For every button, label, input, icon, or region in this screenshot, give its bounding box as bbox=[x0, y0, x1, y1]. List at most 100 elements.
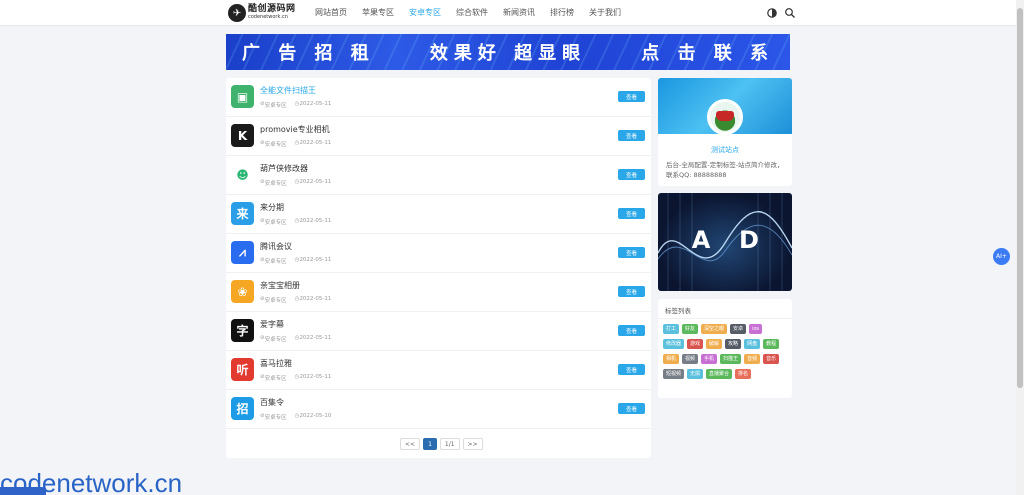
app-list-item: 字爱字幕 ⊘ 安卓专区 ◷ 2022-05-11 查看 bbox=[226, 312, 651, 351]
app-date: 2022-05-11 bbox=[299, 101, 332, 107]
tag-item[interactable]: 游戏 bbox=[687, 339, 704, 349]
app-category[interactable]: 安卓专区 bbox=[265, 374, 287, 382]
app-title[interactable]: 腾讯会议 bbox=[260, 241, 292, 252]
tag-item[interactable]: 音乐 bbox=[763, 354, 780, 364]
nav-android[interactable]: 安卓专区 bbox=[409, 0, 441, 26]
banner-text-mid: 效果好 超显眼 bbox=[429, 43, 587, 64]
search-icon[interactable] bbox=[784, 7, 796, 19]
app-category[interactable]: 安卓专区 bbox=[265, 257, 287, 265]
tag-item[interactable]: 修改器 bbox=[663, 339, 685, 349]
tag-item[interactable]: ios bbox=[749, 324, 763, 334]
scrollbar-thumb[interactable] bbox=[1017, 8, 1023, 388]
tag-item[interactable]: 教程 bbox=[763, 339, 780, 349]
app-meta: ⊘ 安卓专区 ◷ 2022-05-11 bbox=[260, 179, 331, 187]
app-title[interactable]: 喜马拉雅 bbox=[260, 358, 292, 369]
app-meta: ⊘ 安卓专区 ◷ 2022-05-11 bbox=[260, 296, 331, 304]
tag-item[interactable]: 无损 bbox=[687, 369, 704, 379]
banner-text-right: 点 击 联 系 bbox=[641, 43, 774, 64]
baby-album-icon[interactable]: ❀ bbox=[231, 280, 254, 303]
subtitle-icon[interactable]: 字 bbox=[231, 319, 254, 342]
app-meta: ⊘ 安卓专区 ◷ 2022-05-10 bbox=[260, 413, 331, 421]
view-button[interactable]: 查看 bbox=[618, 403, 645, 414]
logo-en: codenetwork.cn bbox=[248, 14, 288, 20]
site-logo[interactable]: ✈ 酷创源码网 codenetwork.cn bbox=[228, 4, 296, 22]
tag-item[interactable]: 扫描王 bbox=[720, 354, 742, 364]
pager-prev[interactable]: << bbox=[400, 438, 421, 450]
scrollbar[interactable] bbox=[1016, 0, 1024, 495]
app-category[interactable]: 安卓专区 bbox=[265, 413, 287, 421]
app-category[interactable]: 安卓专区 bbox=[265, 218, 287, 226]
view-button[interactable]: 查看 bbox=[618, 325, 645, 336]
app-title[interactable]: 亲宝宝相册 bbox=[260, 280, 300, 291]
nav-ranking[interactable]: 排行榜 bbox=[550, 0, 574, 26]
app-category[interactable]: 安卓专区 bbox=[265, 140, 287, 148]
tag-item[interactable]: 打工 bbox=[663, 324, 680, 334]
logo-mark-icon: ✈ bbox=[228, 4, 246, 22]
nav-software[interactable]: 综合软件 bbox=[456, 0, 488, 26]
tag-item[interactable]: 音频 bbox=[744, 354, 761, 364]
pager-current[interactable]: 1 bbox=[423, 438, 437, 450]
view-button[interactable]: 查看 bbox=[618, 169, 645, 180]
tag-item[interactable]: 视频 bbox=[682, 354, 699, 364]
view-button[interactable]: 查看 bbox=[618, 208, 645, 219]
pager-pages: 1/1 bbox=[439, 438, 460, 450]
avatar[interactable] bbox=[707, 99, 743, 135]
app-title[interactable]: 爱字幕 bbox=[260, 319, 284, 330]
app-meta: ⊘ 安卓专区 ◷ 2022-05-11 bbox=[260, 335, 331, 343]
tags-title: 标签列表 bbox=[665, 307, 691, 315]
tag-item[interactable]: 排名 bbox=[735, 369, 752, 379]
app-category[interactable]: 安卓专区 bbox=[265, 335, 287, 343]
app-category[interactable]: 安卓专区 bbox=[265, 101, 287, 109]
app-category[interactable]: 安卓专区 bbox=[265, 296, 287, 304]
tag-item[interactable]: 好友 bbox=[682, 324, 699, 334]
tag-item[interactable]: 破解 bbox=[706, 339, 723, 349]
app-title[interactable]: promovie专业相机 bbox=[260, 124, 330, 135]
view-button[interactable]: 查看 bbox=[618, 364, 645, 375]
scanner-icon[interactable]: ▣ bbox=[231, 85, 254, 108]
tag-item[interactable]: 直播聚合 bbox=[706, 369, 733, 379]
ai-assistant-button[interactable]: AI+ bbox=[993, 248, 1010, 265]
header-tools bbox=[766, 7, 802, 19]
app-category[interactable]: 安卓专区 bbox=[265, 179, 287, 187]
app-list-item: Kpromovie专业相机 ⊘ 安卓专区 ◷ 2022-05-11 查看 bbox=[226, 117, 651, 156]
ad-banner[interactable]: 广 告 招 租 效果好 超显眼 点 击 联 系 bbox=[226, 34, 790, 70]
app-date: 2022-05-11 bbox=[299, 257, 332, 263]
app-title[interactable]: 百集令 bbox=[260, 397, 284, 408]
tag-item[interactable]: 网盘 bbox=[744, 339, 761, 349]
view-button[interactable]: 查看 bbox=[618, 286, 645, 297]
nav-about[interactable]: 关于我们 bbox=[589, 0, 621, 26]
nav-news[interactable]: 新闻资讯 bbox=[503, 0, 535, 26]
tag-item[interactable]: 安卓 bbox=[730, 324, 747, 334]
tag-item[interactable]: 相机 bbox=[663, 354, 680, 364]
app-list-item: 听喜马拉雅 ⊘ 安卓专区 ◷ 2022-05-11 查看 bbox=[226, 351, 651, 390]
recruit-icon[interactable]: 招 bbox=[231, 397, 254, 420]
app-list-item: ▣ 全能文件扫描王 ⊘ 安卓专区 ◷ 2022-05-11 查看 bbox=[226, 78, 651, 117]
audio-listen-icon[interactable]: 听 bbox=[231, 358, 254, 381]
site-profile-card: 测试站点 后台-全局配置-定制标签-站点简介修改，联系QQ: 88888888 bbox=[658, 78, 792, 186]
installment-icon[interactable]: 来 bbox=[231, 202, 254, 225]
ad-image[interactable]: A D bbox=[658, 193, 792, 291]
tag-item[interactable]: 攻略 bbox=[725, 339, 742, 349]
app-title[interactable]: 葫芦侠修改器 bbox=[260, 163, 308, 174]
app-title[interactable]: 全能文件扫描王 bbox=[260, 85, 316, 96]
view-button[interactable]: 查看 bbox=[618, 91, 645, 102]
banner-text: 广 告 招 租 效果好 超显眼 点 击 联 系 bbox=[226, 39, 790, 65]
meeting-icon[interactable]: ⩘ bbox=[231, 241, 254, 264]
view-button[interactable]: 查看 bbox=[618, 130, 645, 141]
app-date: 2022-05-11 bbox=[299, 218, 332, 224]
camera-app-icon[interactable]: K bbox=[231, 124, 254, 147]
app-title[interactable]: 来分期 bbox=[260, 202, 284, 213]
app-list-item: ⩘ 腾讯会议 ⊘ 安卓专区 ◷ 2022-05-11 查看 bbox=[226, 234, 651, 273]
tag-item[interactable]: 深空之眼 bbox=[701, 324, 728, 334]
tag-item[interactable]: 短视频 bbox=[663, 369, 685, 379]
pager-next[interactable]: >> bbox=[462, 438, 483, 450]
view-button[interactable]: 查看 bbox=[618, 247, 645, 258]
tag-item[interactable]: 手机 bbox=[701, 354, 718, 364]
nav-apple[interactable]: 苹果专区 bbox=[362, 0, 394, 26]
tags-divider bbox=[658, 318, 792, 319]
nav-home[interactable]: 网站首页 bbox=[315, 0, 347, 26]
site-name[interactable]: 测试站点 bbox=[658, 145, 792, 155]
theme-toggle-icon[interactable] bbox=[766, 7, 778, 19]
gourd-icon[interactable]: ☻ bbox=[231, 163, 254, 186]
app-date: 2022-05-10 bbox=[299, 413, 332, 419]
